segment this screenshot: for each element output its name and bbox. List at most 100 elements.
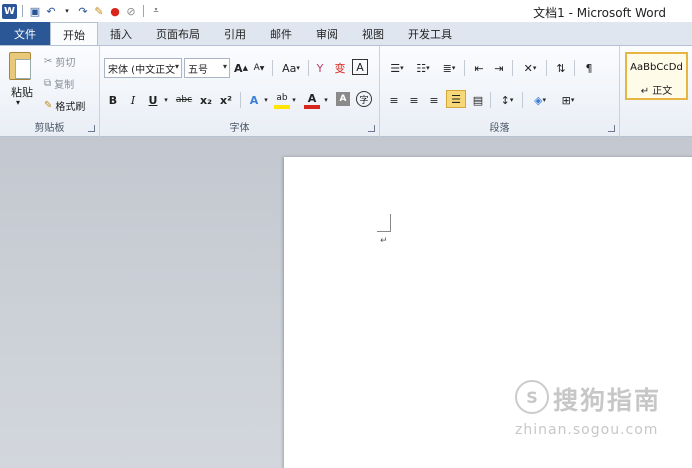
clear-format-icon[interactable]: ⊘ <box>124 4 138 18</box>
paste-button[interactable]: 粘贴 <box>11 84 33 100</box>
font-launcher-icon[interactable] <box>368 125 375 132</box>
multilevel-list-button[interactable]: ≣ ▾ <box>438 59 460 77</box>
numbering-icon: ☷ <box>416 61 427 75</box>
align-right-button[interactable]: ≡ <box>426 91 442 109</box>
copy-label: 复制 <box>54 80 75 91</box>
qat-separator <box>22 5 23 17</box>
tab-references[interactable]: 引用 <box>212 22 258 45</box>
justify-button[interactable]: ☰ <box>446 90 466 108</box>
toolbar-separator <box>490 92 491 108</box>
undo-icon[interactable]: ↶ <box>44 4 58 18</box>
chevron-down-icon: ▾ <box>174 62 179 71</box>
clipboard-launcher-icon[interactable] <box>88 125 95 132</box>
align-center-icon: ≡ <box>409 93 419 107</box>
underline-button[interactable]: U <box>146 91 160 109</box>
title-bar: W ▣ ↶ ▾ ↷ ✎ ● ⊘ ⩡ 文档1 - Microsoft Word <box>0 0 692 22</box>
toolbar-separator <box>240 92 241 108</box>
phonetic-guide-button[interactable]: 变 <box>332 59 348 77</box>
character-shading-button[interactable]: A <box>336 92 350 106</box>
color-icon[interactable]: ● <box>108 4 122 18</box>
toolbar-separator <box>546 60 547 76</box>
italic-button[interactable]: I <box>126 91 140 109</box>
clear-formatting-button[interactable]: ꓬ <box>312 59 328 77</box>
highlight-button[interactable]: ab <box>274 91 290 109</box>
undo-dropdown-icon[interactable]: ▾ <box>60 4 74 18</box>
format-painter-icon[interactable]: ✎ <box>92 4 106 18</box>
toolbar-separator <box>574 60 575 76</box>
subscript-button[interactable]: x₂ <box>198 91 214 109</box>
toolbar-separator <box>522 92 523 108</box>
cut-label: 剪切 <box>55 58 76 69</box>
copy-button[interactable]: ⧉ 复制 <box>44 76 74 91</box>
decrease-indent-icon: ⇤ <box>474 61 484 75</box>
align-center-button[interactable]: ≡ <box>406 91 422 109</box>
redo-icon[interactable]: ↷ <box>76 4 90 18</box>
numbering-button[interactable]: ☷ ▾ <box>412 59 434 77</box>
justify-icon: ☰ <box>451 92 461 106</box>
toolbar-separator <box>512 60 513 76</box>
margin-corner-mark <box>377 214 391 232</box>
tab-developer[interactable]: 开发工具 <box>396 22 464 45</box>
format-painter-button[interactable]: ✎ 格式刷 <box>44 98 85 113</box>
grow-font-button[interactable]: A ▲ <box>234 59 248 77</box>
tab-page-layout[interactable]: 页面布局 <box>144 22 212 45</box>
toolbar-separator <box>272 60 273 76</box>
strikethrough-button[interactable]: abc <box>174 91 194 109</box>
font-size-combo[interactable]: 五号 ▾ <box>184 58 230 78</box>
borders-button[interactable]: ⊞ ▾ <box>556 91 580 109</box>
text-effects-button[interactable]: A <box>246 91 262 109</box>
ribbon: 粘贴 ▾ ✂ 剪切 ⧉ 复制 ✎ 格式刷 剪贴板 宋体 (中文正文 ▾ 五号 ▾… <box>0 45 692 137</box>
styles-group: AaBbCcDd ↵ 正文 <box>620 46 692 137</box>
font-group: 宋体 (中文正文 ▾ 五号 ▾ A ▲ A ▼ Aa ▾ ꓬ 变 A B I U ▾ … <box>100 46 380 137</box>
tab-review[interactable]: 审阅 <box>304 22 350 45</box>
change-case-button[interactable]: Aa ▾ <box>278 59 304 77</box>
align-left-button[interactable]: ≡ <box>386 91 402 109</box>
tab-insert[interactable]: 插入 <box>98 22 144 45</box>
sogou-logo-icon: S <box>515 380 549 414</box>
increase-indent-icon: ⇥ <box>494 61 504 75</box>
shrink-font-button[interactable]: A ▼ <box>252 59 266 77</box>
style-normal[interactable]: AaBbCcDd ↵ 正文 <box>625 52 688 100</box>
chevron-down-icon: ▾ <box>222 62 227 71</box>
chinese-layout-button[interactable]: ✕ ▾ <box>518 59 542 77</box>
clipboard-group: 粘贴 ▾ ✂ 剪切 ⧉ 复制 ✎ 格式刷 剪贴板 <box>0 46 100 137</box>
character-border-button[interactable]: A <box>352 59 368 75</box>
line-spacing-button[interactable]: ↕ ▾ <box>496 91 518 109</box>
chinese-layout-icon: ✕ <box>523 61 533 75</box>
font-color-dropdown-icon[interactable]: ▾ <box>322 91 330 109</box>
bullets-icon: ☰ <box>390 61 401 75</box>
font-color-button[interactable]: A <box>304 91 320 109</box>
style-sample: AaBbCcDd <box>630 62 683 73</box>
paragraph-launcher-icon[interactable] <box>608 125 615 132</box>
sort-button[interactable]: ⇅ <box>552 59 570 77</box>
tab-home[interactable]: 开始 <box>50 22 98 46</box>
superscript-button[interactable]: x² <box>218 91 234 109</box>
qat-separator <box>143 5 144 17</box>
distributed-button[interactable]: ▤ <box>470 91 486 109</box>
highlight-dropdown-icon[interactable]: ▾ <box>290 91 298 109</box>
word-logo-icon[interactable]: W <box>2 3 17 19</box>
grow-font-icon: A <box>234 61 243 75</box>
text-effects-dropdown-icon[interactable]: ▾ <box>262 91 270 109</box>
enclose-characters-button[interactable]: 字 <box>356 91 372 107</box>
style-name: ↵ 正文 <box>640 86 673 97</box>
tab-mailings[interactable]: 邮件 <box>258 22 304 45</box>
customize-qat-icon[interactable]: ⩡ <box>149 4 163 18</box>
tab-view[interactable]: 视图 <box>350 22 396 45</box>
paste-dropdown-icon[interactable]: ▾ <box>16 98 20 107</box>
line-spacing-icon: ↕ <box>500 93 510 107</box>
increase-indent-button[interactable]: ⇥ <box>490 59 508 77</box>
tab-file[interactable]: 文件 <box>0 22 50 45</box>
watermark-url: zhinan.sogou.com <box>515 422 659 438</box>
bullets-button[interactable]: ☰ ▾ <box>386 59 408 77</box>
bold-button[interactable]: B <box>106 91 120 109</box>
underline-dropdown-icon[interactable]: ▾ <box>162 91 170 109</box>
paragraph-group-label: 段落 <box>489 123 510 134</box>
cut-button[interactable]: ✂ 剪切 <box>44 54 75 69</box>
save-icon[interactable]: ▣ <box>28 4 42 18</box>
decrease-indent-button[interactable]: ⇤ <box>470 59 488 77</box>
show-marks-button[interactable]: ¶ <box>580 59 598 77</box>
paste-icon[interactable] <box>9 52 31 80</box>
shading-button[interactable]: ◈ ▾ <box>528 91 552 109</box>
font-name-combo[interactable]: 宋体 (中文正文 ▾ <box>104 58 182 78</box>
